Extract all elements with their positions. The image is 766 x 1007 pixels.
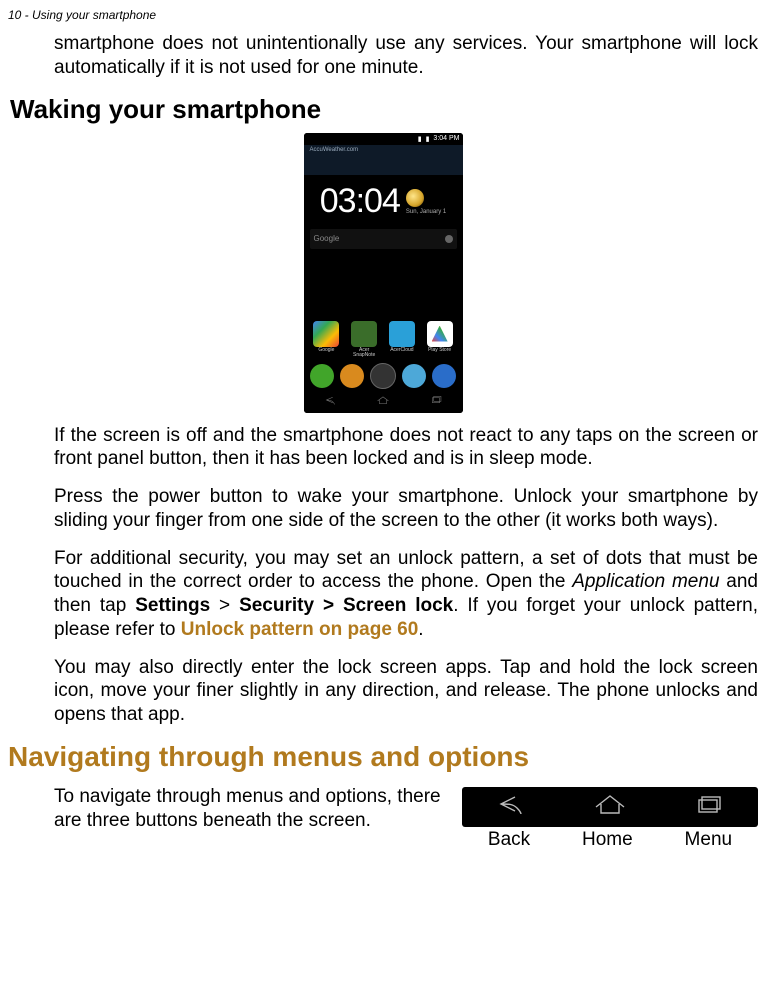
recent-icon[interactable]	[689, 794, 729, 819]
paragraph-security: For additional security, you may set an …	[0, 547, 766, 642]
paragraph-press-power: Press the power button to wake your smar…	[0, 485, 766, 533]
app-shortcut[interactable]: AcerCloud	[387, 321, 417, 353]
search-logo: Google	[314, 234, 340, 243]
weather-sun-icon	[406, 189, 424, 207]
phone-screenshot: ▮ ▮ 3:04 PM AccuWeather.com 03:04 Sun, J…	[0, 133, 766, 418]
link-unlock-pattern[interactable]: Unlock pattern on page 60	[181, 619, 419, 640]
home-icon[interactable]	[590, 794, 630, 819]
dock-apps-icon[interactable]	[370, 363, 396, 389]
dock-browser-icon[interactable]	[432, 364, 456, 388]
signal-icon: ▮	[418, 135, 422, 143]
nav-buttons-figure: Back Home Menu	[462, 787, 758, 851]
back-icon[interactable]	[491, 794, 531, 819]
label-home: Home	[582, 829, 633, 851]
mic-icon	[445, 235, 453, 243]
recent-icon[interactable]	[427, 393, 445, 411]
paragraph-if-screen: If the screen is off and the smartphone …	[0, 424, 766, 472]
app-shortcut[interactable]: Play Store	[425, 321, 455, 353]
search-bar[interactable]: Google	[310, 229, 457, 249]
heading-waking: Waking your smartphone	[0, 94, 766, 125]
battery-icon: ▮	[426, 135, 430, 143]
heading-navigating: Navigating through menus and options	[0, 741, 766, 773]
dock-messaging-icon[interactable]	[402, 364, 426, 388]
back-icon[interactable]	[321, 393, 339, 411]
home-icon[interactable]	[374, 393, 392, 411]
clock-time: 03:04	[320, 182, 400, 221]
app-shortcut[interactable]: Google	[311, 321, 341, 353]
dock-phone-icon[interactable]	[310, 364, 334, 388]
paragraph-direct-enter: You may also directly enter the lock scr…	[0, 656, 766, 727]
label-menu: Menu	[685, 829, 733, 851]
app-shortcut[interactable]: Acer SnapNote	[349, 321, 379, 358]
status-time: 3:04 PM	[433, 135, 459, 142]
paragraph-intro-continued: smartphone does not unintentionally use …	[0, 32, 766, 80]
dock-contacts-icon[interactable]	[340, 364, 364, 388]
label-back: Back	[488, 829, 530, 851]
weather-brand: AccuWeather.com	[310, 147, 359, 153]
clock-date: Sun, January 1	[406, 209, 446, 215]
page-header: 10 - Using your smartphone	[0, 0, 766, 32]
